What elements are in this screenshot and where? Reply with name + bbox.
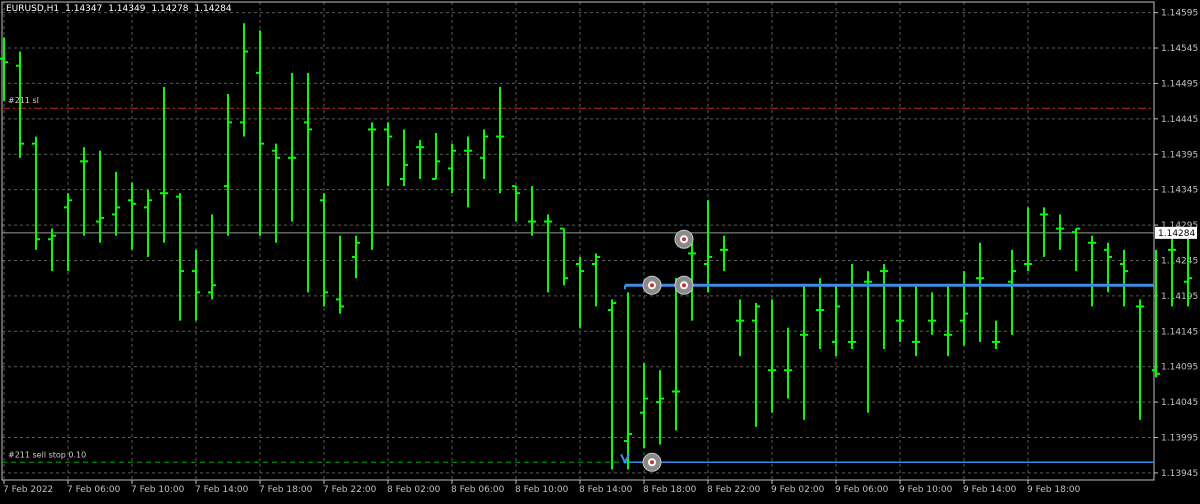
x-axis-tick-label: 7 Feb 06:00 — [67, 485, 121, 495]
x-axis-tick-label: 8 Feb 14:00 — [579, 485, 633, 495]
x-axis-tick-label: 9 Feb 18:00 — [1027, 485, 1081, 495]
symbol-info-header: EURUSD,H1 1.14347 1.14349 1.14278 1.14284 — [6, 4, 235, 14]
y-axis-tick-label: 1.14545 — [1161, 44, 1198, 54]
y-axis-tick-label: 1.13945 — [1161, 469, 1198, 479]
x-axis-tick-label: 8 Feb 22:00 — [707, 485, 761, 495]
price-chart[interactable]: 1.14595 1.14545 1.14495 1.14445 1.14395 1.143… — [0, 0, 1200, 500]
y-axis-tick-label: 1.14045 — [1161, 398, 1198, 408]
y-axis-tick-label: 1.14195 — [1161, 292, 1198, 302]
current-price-label: 1.14284 — [1158, 229, 1195, 239]
y-axis-tick-label: 1.14595 — [1161, 9, 1198, 19]
trade-open-marker-dot — [650, 283, 654, 288]
x-axis-tick-label: 8 Feb 10:00 — [515, 485, 569, 495]
x-axis-tick-label: 9 Feb 06:00 — [835, 485, 889, 495]
x-axis-tick-label: 8 Feb 02:00 — [387, 485, 441, 495]
high-price-value: 1.14349 — [108, 4, 146, 14]
stop-order-marker-dot — [650, 460, 654, 465]
y-axis-tick-label: 1.14495 — [1161, 79, 1198, 89]
x-axis-tick-label: 7 Feb 10:00 — [131, 485, 185, 495]
y-axis-tick-label: 1.14345 — [1161, 186, 1198, 196]
x-axis-tick-label: 7 Feb 18:00 — [259, 485, 313, 495]
low-price-value: 1.14278 — [151, 4, 189, 14]
x-axis-tick-label: 7 Feb 22:00 — [323, 485, 377, 495]
y-axis-tick-label: 1.14095 — [1161, 363, 1198, 373]
chart-canvas[interactable]: 1.14595 1.14545 1.14495 1.14445 1.14395 1.143… — [0, 0, 1200, 500]
x-axis-tick-label: 9 Feb 14:00 — [963, 485, 1017, 495]
stop-loss-label: #211 sl — [8, 96, 39, 105]
y-axis-tick-label: 1.14445 — [1161, 115, 1198, 125]
x-axis-tick-label: 7 Feb 2022 — [3, 485, 53, 495]
sell-stop-label: #211 sell stop 0.10 — [8, 450, 86, 459]
x-axis-tick-label: 9 Feb 10:00 — [899, 485, 953, 495]
x-axis-tick-label: 8 Feb 18:00 — [643, 485, 697, 495]
x-axis-tick-label: 7 Feb 14:00 — [195, 485, 249, 495]
y-axis-tick-label: 1.13995 — [1161, 434, 1198, 444]
close-price-value: 1.14284 — [194, 4, 232, 14]
x-axis-tick-label: 9 Feb 02:00 — [771, 485, 825, 495]
symbol-timeframe-label: EURUSD,H1 — [6, 4, 60, 14]
x-axis-tick-label: 8 Feb 06:00 — [451, 485, 505, 495]
trade-close-marker-dot — [682, 237, 686, 242]
y-axis-tick-label: 1.14395 — [1161, 150, 1198, 160]
y-axis-tick-label: 1.14145 — [1161, 327, 1198, 337]
y-axis-tick-label: 1.14245 — [1161, 256, 1198, 266]
open-price-value: 1.14347 — [65, 4, 103, 14]
trade-modify-marker-dot — [682, 283, 686, 288]
